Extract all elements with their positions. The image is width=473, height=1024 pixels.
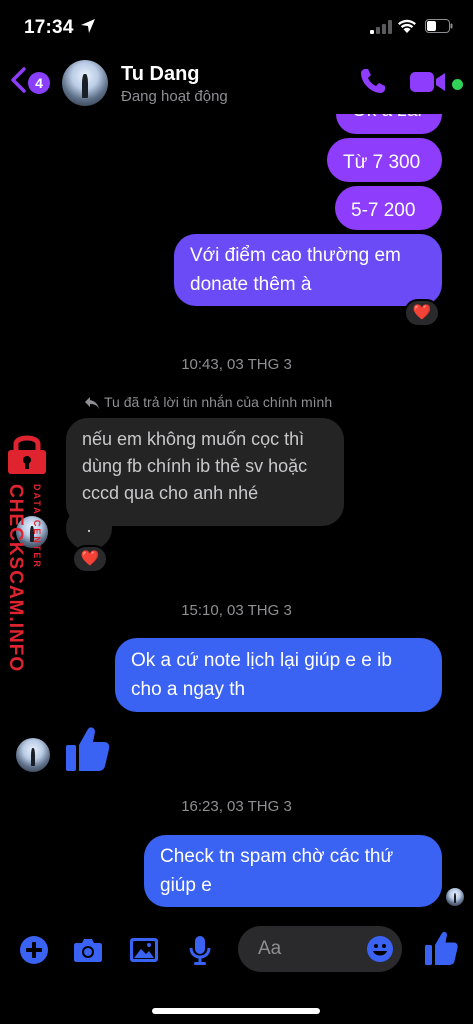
emoji-smiley-icon[interactable] <box>366 935 394 963</box>
message-received-bubble[interactable]: . <box>66 506 112 550</box>
image-gallery-icon[interactable] <box>128 934 160 966</box>
battery-icon <box>425 19 453 33</box>
message-sent-bubble[interactable]: Ok a cứ note lịch lại giúp e e ib cho a … <box>115 638 442 712</box>
message-text-line: Check tn spam chờ các thứ <box>160 846 394 867</box>
contact-status: Đang hoạt động <box>121 88 228 105</box>
message-text-line: cccd qua cho anh nhé <box>82 483 259 503</box>
message-sent-bubble[interactable]: Với điểm cao thường em donate thêm à <box>174 234 442 306</box>
sender-avatar[interactable] <box>16 738 50 772</box>
online-indicator <box>452 79 463 90</box>
thumbs-up-icon[interactable] <box>64 725 110 773</box>
message-timestamp: 10:43, 03 THG 3 <box>181 356 292 373</box>
contact-name[interactable]: Tu Dang <box>121 63 200 86</box>
message-timestamp: 15:10, 03 THG 3 <box>181 602 292 619</box>
message-text-line: Với điểm cao thường em <box>190 245 401 266</box>
phone-call-icon[interactable] <box>358 66 388 96</box>
message-input-placeholder: Aa <box>258 938 282 959</box>
message-sent-bubble[interactable]: 5-7 200 <box>335 186 442 230</box>
message-text-line: Ok a cứ note lịch lại giúp e e ib <box>131 650 392 671</box>
message-text-line: giúp e <box>160 875 212 896</box>
unread-count-badge[interactable]: 4 <box>28 72 50 94</box>
message-timestamp: 16:23, 03 THG 3 <box>181 798 292 815</box>
message-composer: Aa <box>0 922 473 982</box>
message-text-line: dùng fb chính ib thẻ sv hoặc <box>82 456 308 476</box>
home-indicator <box>152 1008 320 1014</box>
message-text: . <box>86 516 92 537</box>
watermark-text: CHECKSCAM.INFO <box>5 484 26 673</box>
message-sent-bubble[interactable]: Check tn spam chờ các thứ giúp e <box>144 835 442 907</box>
chat-header: 4 Tu Dang Đang hoạt động <box>0 52 473 114</box>
message-text: 5-7 200 <box>351 200 416 221</box>
wifi-icon <box>398 19 416 33</box>
message-text-line: cho a ngay th <box>131 679 246 700</box>
lock-icon <box>8 435 46 474</box>
message-text-line: nếu em không muốn cọc thì <box>82 429 305 449</box>
watermark: CHECKSCAM.INFO DATA CENTER <box>2 432 52 672</box>
plus-circle-icon[interactable] <box>18 934 50 966</box>
thumbs-up-send-icon[interactable] <box>424 930 458 966</box>
message-received-bubble[interactable]: nếu em không muốn cọc thì dùng fb chính … <box>66 418 344 526</box>
location-arrow-icon <box>81 19 95 33</box>
status-time: 17:34 <box>24 17 74 38</box>
contact-avatar[interactable] <box>62 60 108 106</box>
watermark-subtext: DATA CENTER <box>32 484 42 569</box>
back-chevron-icon[interactable] <box>8 66 30 94</box>
heart-reaction[interactable]: ❤️ <box>404 299 440 327</box>
reply-note: Tu đã trả lời tin nhắn của chính mình <box>104 394 333 410</box>
message-text-line: donate thêm à <box>190 274 312 295</box>
message-input[interactable]: Aa <box>238 926 402 972</box>
video-call-icon[interactable] <box>410 70 446 94</box>
status-bar: 17:34 <box>0 0 473 52</box>
camera-icon[interactable] <box>72 934 104 966</box>
message-sent-bubble[interactable]: Từ 7 300 <box>327 138 442 182</box>
microphone-icon[interactable] <box>184 934 216 966</box>
message-text: Từ 7 300 <box>343 152 421 173</box>
reply-arrow-icon <box>85 397 99 409</box>
cellular-signal-icon <box>370 20 392 34</box>
heart-reaction[interactable]: ❤️ <box>72 545 108 573</box>
read-receipt-avatar <box>446 888 464 906</box>
